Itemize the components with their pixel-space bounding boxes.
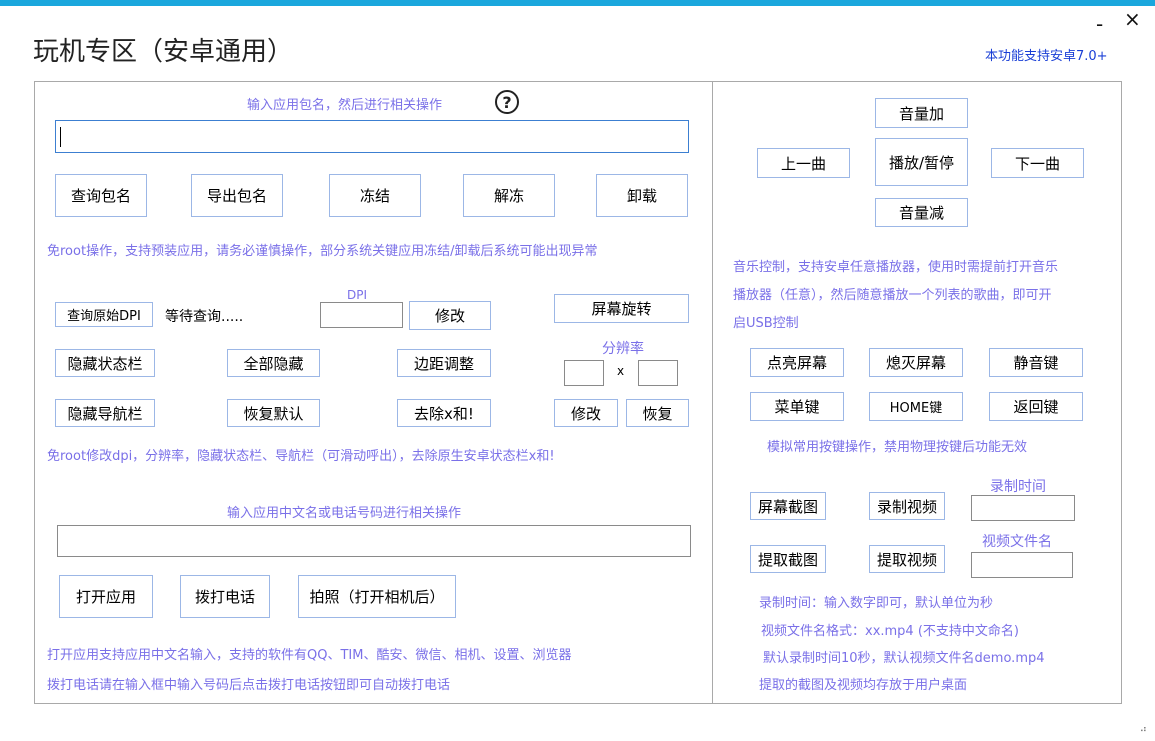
dpi-label: DPI xyxy=(347,288,368,302)
text-caret xyxy=(60,127,61,147)
hide-status-bar-button[interactable]: 隐藏状态栏 xyxy=(55,349,155,377)
dial-button[interactable]: 拨打电话 xyxy=(180,575,270,618)
pull-video-button[interactable]: 提取视频 xyxy=(869,545,945,573)
music-note-3: 启USB控制 xyxy=(733,316,799,331)
play-pause-button[interactable]: 播放/暂停 xyxy=(875,138,968,186)
unfreeze-button[interactable]: 解冻 xyxy=(463,174,555,217)
hide-nav-bar-button[interactable]: 隐藏导航栏 xyxy=(55,399,155,427)
app-name-input[interactable] xyxy=(57,525,691,557)
open-app-button[interactable]: 打开应用 xyxy=(59,575,153,618)
help-icon[interactable]: ? xyxy=(495,90,519,114)
app-prompt: 输入应用中文名或电话号码进行相关操作 xyxy=(227,506,462,521)
menu-key-button[interactable]: 菜单键 xyxy=(750,392,844,421)
music-note-2: 播放器（任意），然后随意播放一个列表的歌曲，即可开 xyxy=(733,288,1052,303)
query-dpi-button[interactable]: 查询原始DPI xyxy=(55,302,153,327)
key-note: 模拟常用按键操作，禁用物理按键后功能无效 xyxy=(767,440,1028,455)
resolution-height-input[interactable] xyxy=(638,360,678,386)
mute-key-button[interactable]: 静音键 xyxy=(989,348,1083,377)
window-title: 玩机专区（安卓通用） xyxy=(33,37,294,67)
package-prompt: 输入应用包名，然后进行相关操作 xyxy=(247,98,443,113)
record-note-4: 提取的截图及视频均存放于用户桌面 xyxy=(759,678,968,693)
query-package-button[interactable]: 查询包名 xyxy=(55,174,147,217)
pull-screenshot-button[interactable]: 提取截图 xyxy=(750,545,826,573)
screen-off-button[interactable]: 熄灭屏幕 xyxy=(869,348,963,377)
record-note-3: 默认录制时间10秒，默认视频文件名demo.mp4 xyxy=(763,651,1045,666)
window-accent-bar xyxy=(0,0,1155,6)
close-button[interactable]: × xyxy=(1124,9,1141,29)
resolution-x-label: x xyxy=(617,364,625,378)
back-key-button[interactable]: 返回键 xyxy=(989,392,1083,421)
hide-all-button[interactable]: 全部隐藏 xyxy=(227,349,320,377)
music-note-1: 音乐控制，支持安卓任意播放器，使用时需提前打开音乐 xyxy=(733,260,1059,275)
remove-x-button[interactable]: 去除x和! xyxy=(397,399,491,427)
dpi-modify-button[interactable]: 修改 xyxy=(409,301,491,330)
resolution-modify-button[interactable]: 修改 xyxy=(554,399,618,427)
screenshot-button[interactable]: 屏幕截图 xyxy=(750,492,826,520)
right-panel: 音量加 上一曲 播放/暂停 下一曲 音量减 音乐控制，支持安卓任意播放器，使用时… xyxy=(712,81,1122,704)
record-note-1: 录制时间：输入数字即可，默认单位为秒 xyxy=(759,596,994,611)
export-package-button[interactable]: 导出包名 xyxy=(191,174,283,217)
light-screen-button[interactable]: 点亮屏幕 xyxy=(750,348,844,377)
freeze-button[interactable]: 冻结 xyxy=(329,174,421,217)
record-time-label: 录制时间 xyxy=(990,479,1046,495)
resize-grip-icon[interactable]: ⠴ xyxy=(1140,724,1147,735)
dpi-status-text: 等待查询..... xyxy=(165,309,244,325)
home-key-button[interactable]: HOME键 xyxy=(869,392,963,421)
minimize-button[interactable]: - xyxy=(1096,14,1103,34)
restore-default-button[interactable]: 恢复默认 xyxy=(227,399,320,427)
app-note-1: 打开应用支持应用中文名输入，支持的软件有QQ、TIM、酷安、微信、相机、设置、浏… xyxy=(47,648,572,663)
margin-adjust-button[interactable]: 边距调整 xyxy=(397,349,491,377)
resolution-width-input[interactable] xyxy=(564,360,604,386)
resolution-restore-button[interactable]: 恢复 xyxy=(626,399,689,427)
take-photo-button[interactable]: 拍照（打开相机后） xyxy=(298,575,456,618)
record-time-input[interactable] xyxy=(971,495,1075,521)
support-note: 本功能支持安卓7.0+ xyxy=(985,49,1108,64)
screen-rotate-button[interactable]: 屏幕旋转 xyxy=(554,294,689,323)
app-note-2: 拨打电话请在输入框中输入号码后点击拨打电话按钮即可自动拨打电话 xyxy=(47,678,451,693)
volume-down-button[interactable]: 音量减 xyxy=(875,198,968,227)
package-name-input[interactable] xyxy=(55,120,689,153)
previous-track-button[interactable]: 上一曲 xyxy=(757,148,850,178)
dpi-note: 免root修改dpi，分辨率，隐藏状态栏、导航栏（可滑动呼出），去除原生安卓状态… xyxy=(47,449,555,464)
left-panel: 输入应用包名，然后进行相关操作 ? 查询包名 导出包名 冻结 解冻 卸载 免ro… xyxy=(34,81,713,704)
video-name-label: 视频文件名 xyxy=(982,534,1052,550)
next-track-button[interactable]: 下一曲 xyxy=(991,148,1084,178)
record-note-2: 视频文件名格式：xx.mp4 (不支持中文命名) xyxy=(761,624,1019,639)
record-video-button[interactable]: 录制视频 xyxy=(869,492,945,520)
dpi-input[interactable] xyxy=(320,302,403,328)
resolution-label: 分辨率 xyxy=(602,341,644,357)
uninstall-button[interactable]: 卸载 xyxy=(596,174,688,217)
video-name-input[interactable] xyxy=(971,552,1073,578)
volume-up-button[interactable]: 音量加 xyxy=(875,98,968,128)
root-warning-note: 免root操作，支持预装应用，请务必谨慎操作，部分系统关键应用冻结/卸载后系统可… xyxy=(47,244,598,259)
